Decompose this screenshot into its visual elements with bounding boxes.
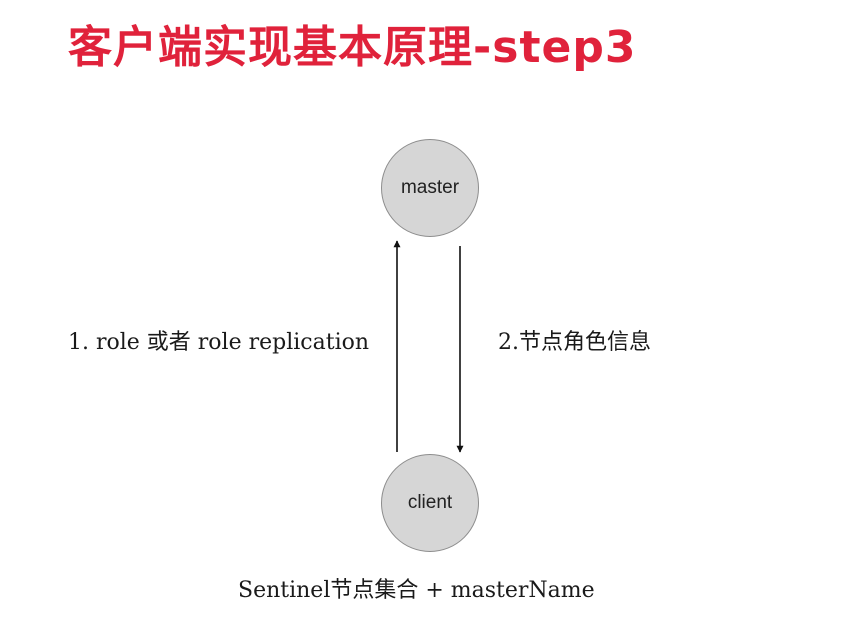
client-caption: Sentinel节点集合 + masterName bbox=[238, 578, 595, 603]
request-label: 1. role 或者 role replication bbox=[68, 330, 370, 355]
client-node-label: client bbox=[407, 492, 453, 513]
response-label: 2.节点角色信息 bbox=[498, 330, 651, 355]
client-node: client bbox=[381, 454, 479, 552]
